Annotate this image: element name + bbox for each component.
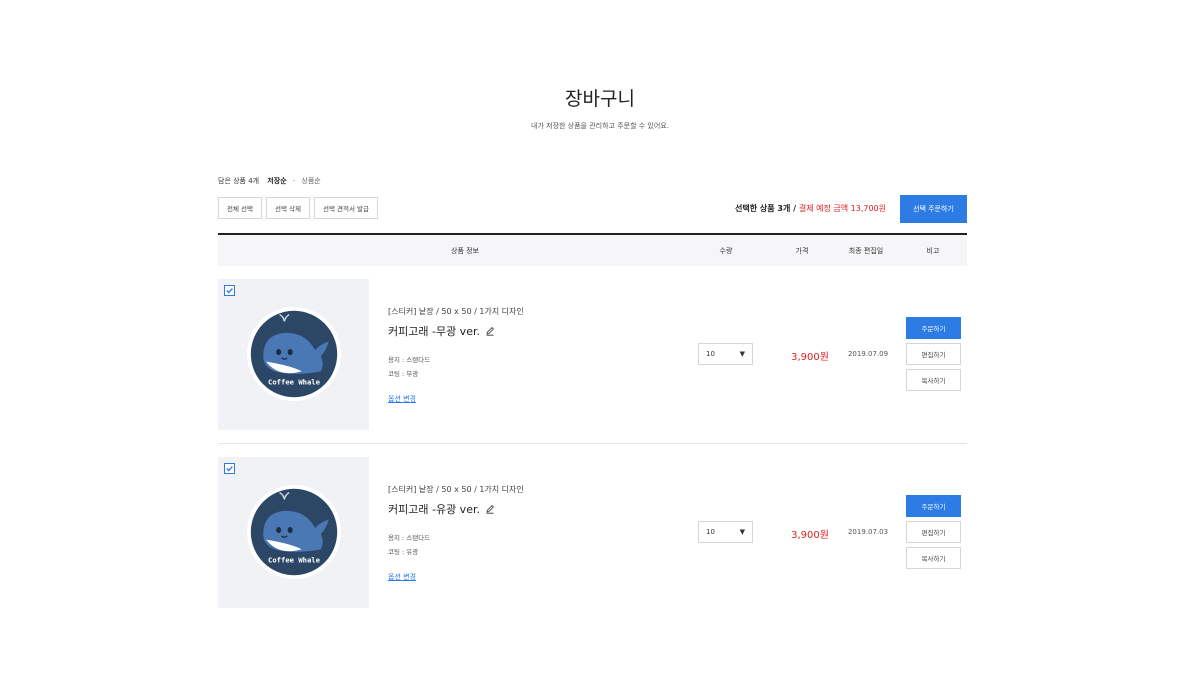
item-price: 3,900원 [791, 530, 829, 541]
order-selected-button[interactable]: 선택 주문하기 [900, 195, 967, 223]
page-subtitle: 내가 저장한 상품을 관리하고 주문할 수 있어요. [531, 122, 669, 130]
page-title: 장바구니 [565, 88, 635, 110]
sort-separator: · [292, 177, 296, 185]
item-last-edited: 2019.07.03 [847, 528, 889, 536]
product-thumbnail: Coffee Whale [218, 279, 369, 430]
delete-selected-button[interactable]: 선택 삭제 [266, 197, 310, 219]
selection-summary: 선택한 상품 3개 / 결제 예정 금액 13,700원 [735, 203, 886, 214]
item-last-edited: 2019.07.09 [847, 350, 889, 358]
expected-total: 결제 예정 금액 13,700원 [798, 204, 886, 213]
product-name-text: 커피고래 -유광 ver. [388, 503, 480, 516]
coffee-whale-logo: Coffee Whale [246, 306, 342, 402]
spec-material: 용지 : 스탠다드 [388, 356, 431, 364]
quantity-select[interactable]: 10 ▼ [698, 343, 753, 365]
item-checkbox[interactable] [224, 285, 235, 296]
item-checkbox[interactable] [224, 463, 235, 474]
cart-table-header: 상품 정보 수량 가격 최종 편집일 비고 [218, 233, 967, 266]
product-name: 커피고래 -무광 ver. [388, 323, 495, 339]
logo-text: Coffee Whale [268, 556, 321, 565]
product-name-text: 커피고래 -무광 ver. [388, 325, 480, 338]
selected-count: 선택한 상품 3개 / [735, 204, 797, 213]
change-option-link[interactable]: 옵션 변경 [388, 394, 416, 404]
header-quantity: 수량 [719, 247, 733, 255]
item-action-buttons: 주문하기 편집하기 복사하기 [906, 495, 961, 569]
cart-count-label: 담은 상품 4개 [218, 177, 260, 185]
header-last-edited: 최종 편집일 [848, 247, 884, 255]
quote-selected-button[interactable]: 선택 견적서 발급 [314, 197, 378, 219]
order-button[interactable]: 주문하기 [906, 317, 961, 339]
quantity-value: 10 [706, 350, 715, 358]
sort-option-product[interactable]: 상품순 [301, 177, 320, 185]
copy-button[interactable]: 복사하기 [906, 547, 961, 569]
select-all-button[interactable]: 전체 선택 [218, 197, 262, 219]
cart-item-row: Coffee Whale [스티커] 낱장 / 50 x 50 / 1가지 디자… [218, 457, 967, 609]
product-thumbnail: Coffee Whale [218, 457, 369, 608]
header-price: 가격 [795, 247, 809, 255]
sort-bar: 담은 상품 4개 저장순 · 상품순 [218, 176, 321, 186]
edit-button[interactable]: 편집하기 [906, 343, 961, 365]
checkmark-icon [226, 288, 233, 294]
product-name: 커피고래 -유광 ver. [388, 501, 495, 517]
spec-material: 용지 : 스탠다드 [388, 534, 431, 542]
product-option-line: [스티커] 낱장 / 50 x 50 / 1가지 디자인 [388, 307, 524, 316]
dropdown-arrow-icon: ▼ [739, 528, 745, 536]
spec-coating: 코팅 : 유광 [388, 548, 419, 556]
cart-item-row: Coffee Whale [스티커] 낱장 / 50 x 50 / 1가지 디자… [218, 279, 967, 444]
bulk-action-group: 전체 선택 선택 삭제 선택 견적서 발급 [218, 197, 378, 219]
edit-button[interactable]: 편집하기 [906, 521, 961, 543]
copy-button[interactable]: 복사하기 [906, 369, 961, 391]
change-option-link[interactable]: 옵션 변경 [388, 572, 416, 582]
checkmark-icon [226, 466, 233, 472]
logo-text: Coffee Whale [268, 378, 321, 387]
product-option-line: [스티커] 낱장 / 50 x 50 / 1가지 디자인 [388, 485, 524, 494]
order-button[interactable]: 주문하기 [906, 495, 961, 517]
pencil-icon[interactable] [485, 326, 495, 336]
header-product-info: 상품 정보 [451, 247, 479, 255]
spec-coating: 코팅 : 무광 [388, 370, 419, 378]
header-note: 비고 [926, 247, 940, 255]
sort-option-saved[interactable]: 저장순 [267, 177, 286, 185]
coffee-whale-logo: Coffee Whale [246, 484, 342, 580]
item-price: 3,900원 [791, 352, 829, 363]
item-action-buttons: 주문하기 편집하기 복사하기 [906, 317, 961, 391]
pencil-icon[interactable] [485, 504, 495, 514]
quantity-select[interactable]: 10 ▼ [698, 521, 753, 543]
quantity-value: 10 [706, 528, 715, 536]
dropdown-arrow-icon: ▼ [739, 350, 745, 358]
